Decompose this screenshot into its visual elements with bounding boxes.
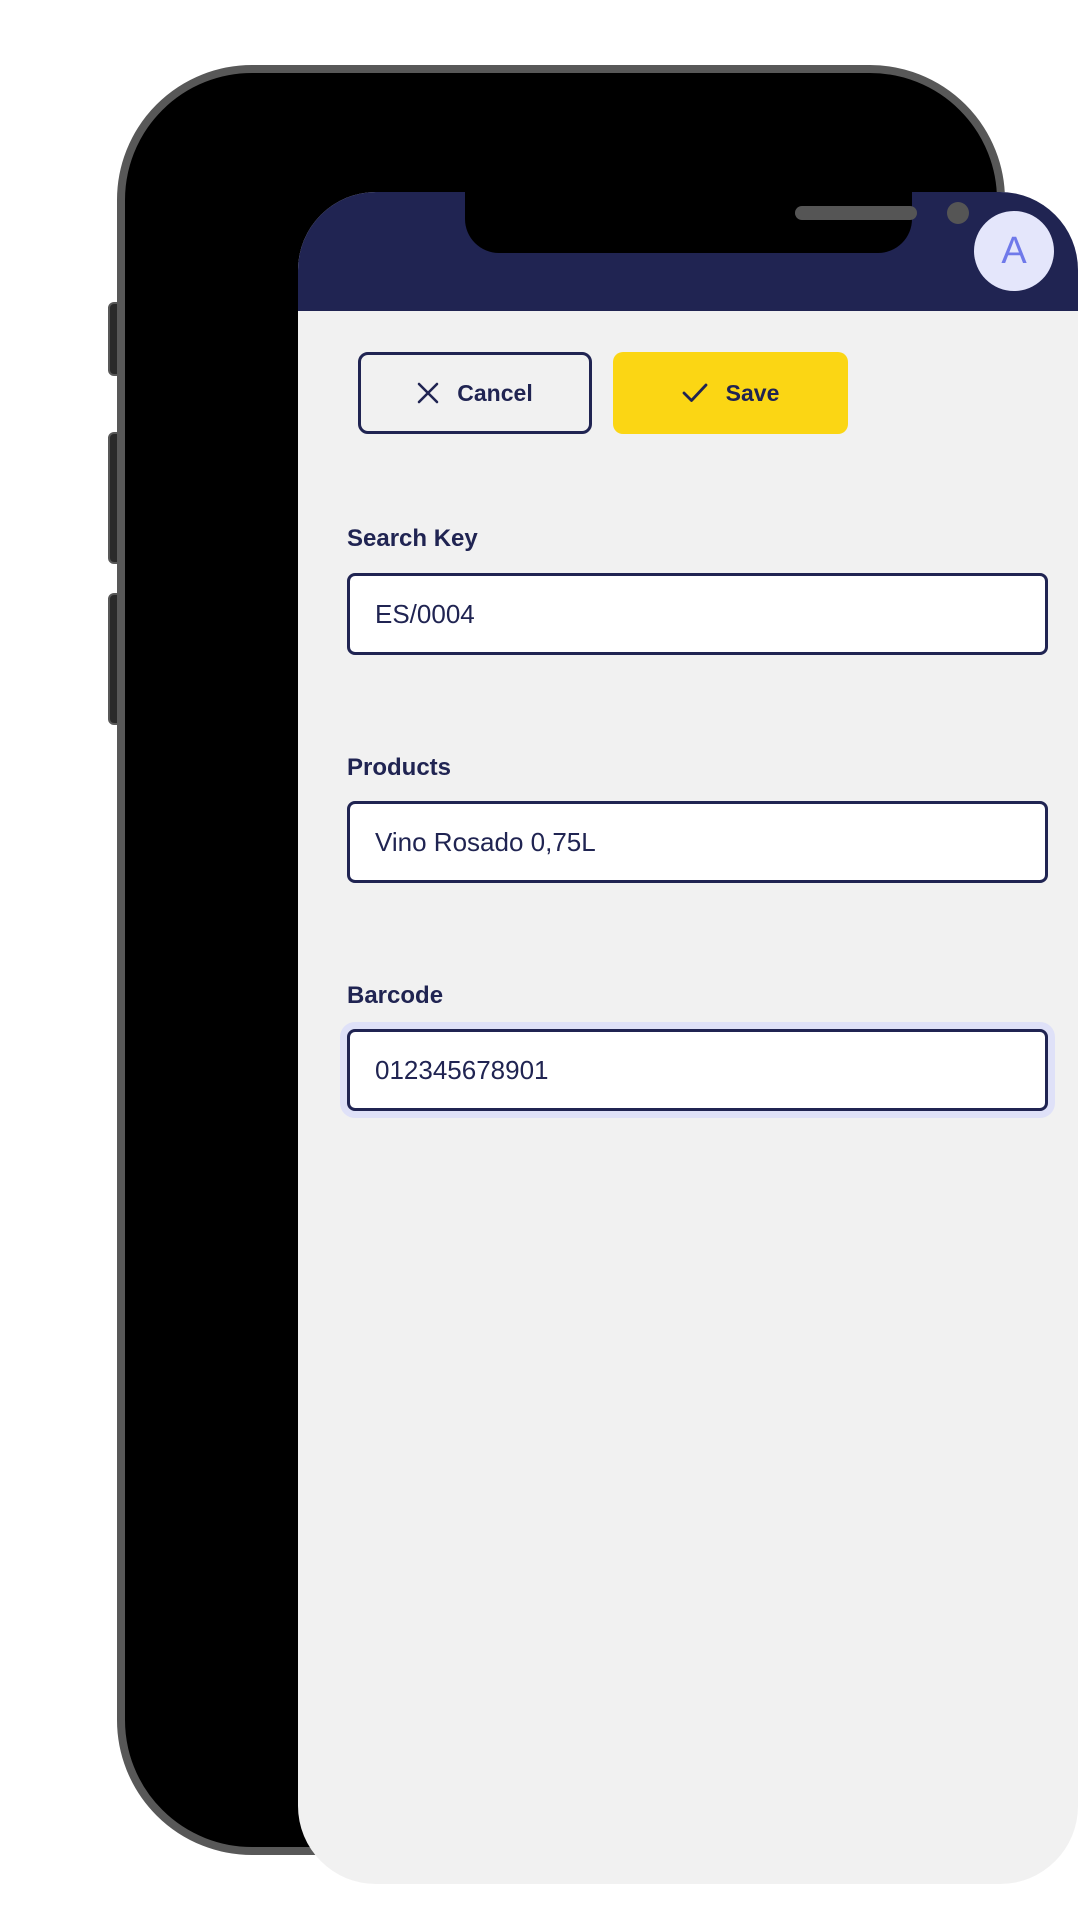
save-button[interactable]: Save <box>613 352 848 434</box>
phone-screen: A Cancel Save Search Key ES/0004 Product… <box>298 192 1078 1884</box>
speaker-grille <box>795 206 917 220</box>
barcode-label: Barcode <box>347 982 444 1009</box>
user-avatar[interactable]: A <box>974 211 1054 291</box>
cancel-button[interactable]: Cancel <box>358 352 592 434</box>
products-label: Products <box>347 754 452 781</box>
cancel-button-label: Cancel <box>457 379 533 406</box>
notch <box>465 192 969 253</box>
app-header: A <box>298 192 1078 311</box>
check-icon <box>682 382 708 404</box>
barcode-field[interactable]: 012345678901 <box>347 1029 1048 1111</box>
products-field[interactable]: Vino Rosado 0,75L <box>347 801 1048 883</box>
phone-frame: A Cancel Save Search Key ES/0004 Product… <box>117 65 1078 1884</box>
close-icon <box>417 382 439 404</box>
front-camera <box>947 202 969 224</box>
search-key-field[interactable]: ES/0004 <box>347 573 1048 655</box>
save-button-label: Save <box>725 379 780 406</box>
search-key-label: Search Key <box>347 525 478 552</box>
